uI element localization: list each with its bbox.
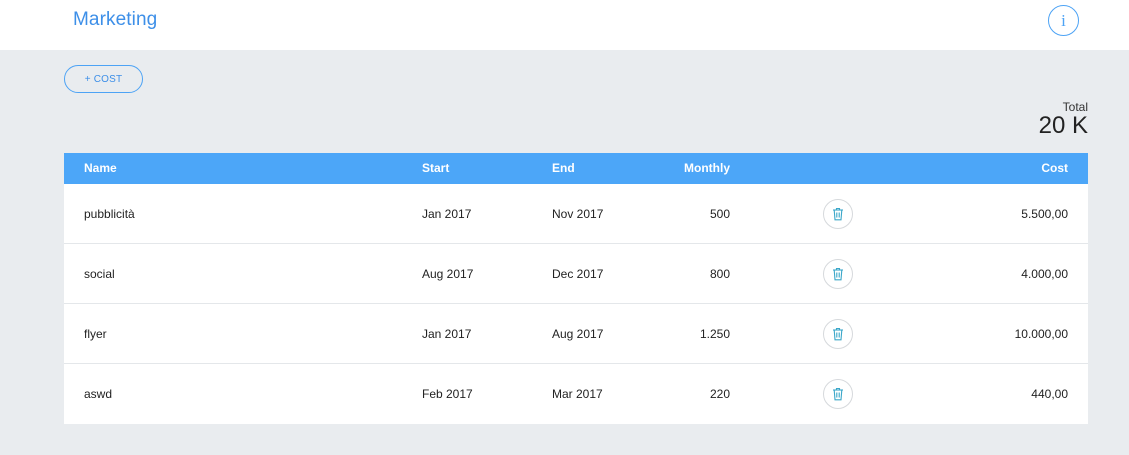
table-row[interactable]: aswd Feb 2017 Mar 2017 220 440,00	[64, 364, 1088, 424]
cell-start: Feb 2017	[422, 387, 473, 401]
column-header-cost[interactable]: Cost	[1041, 161, 1068, 175]
add-cost-button[interactable]: + COST	[64, 65, 143, 93]
cell-name: aswd	[84, 387, 113, 401]
cell-start: Jan 2017	[422, 207, 472, 221]
cell-cost: 440,00	[1031, 387, 1068, 401]
cell-end: Mar 2017	[552, 387, 603, 401]
table-row[interactable]: social Aug 2017 Dec 2017 800 4.000,00	[64, 244, 1088, 304]
cell-cost: 5.500,00	[1021, 207, 1068, 221]
column-header-start[interactable]: Start	[422, 161, 449, 175]
delete-row-button[interactable]	[823, 199, 853, 229]
delete-row-button[interactable]	[823, 379, 853, 409]
trash-icon	[832, 207, 844, 221]
trash-icon	[832, 387, 844, 401]
cell-start: Aug 2017	[422, 267, 474, 281]
cell-end: Nov 2017	[552, 207, 604, 221]
trash-icon	[832, 267, 844, 281]
column-header-end[interactable]: End	[552, 161, 575, 175]
total-value: 20 K	[1038, 112, 1088, 139]
costs-table: Name Start End Monthly Cost pubblicità Ja…	[64, 153, 1088, 424]
cell-monthly: 500	[709, 207, 730, 221]
column-header-name[interactable]: Name	[84, 161, 117, 175]
cell-cost: 4.000,00	[1021, 267, 1068, 281]
table-body: pubblicità Jan 2017 Nov 2017 500 5.500,00 soc…	[64, 184, 1088, 424]
table-row[interactable]: pubblicità Jan 2017 Nov 2017 500 5.500,00	[64, 184, 1088, 244]
delete-row-button[interactable]	[823, 319, 853, 349]
info-button[interactable]: i	[1048, 5, 1079, 36]
cell-cost: 10.000,00	[1014, 327, 1068, 341]
top-bar: Marketing i	[0, 0, 1129, 50]
cell-monthly: 800	[709, 267, 730, 281]
page-title: Marketing	[73, 9, 158, 30]
cell-end: Aug 2017	[552, 327, 604, 341]
table-row[interactable]: flyer Jan 2017 Aug 2017 1.250 10.000,00	[64, 304, 1088, 364]
trash-icon	[832, 327, 844, 341]
column-header-monthly[interactable]: Monthly	[684, 161, 730, 175]
cell-name: social	[84, 267, 115, 281]
cell-name: pubblicità	[84, 207, 135, 221]
info-icon: i	[1061, 11, 1066, 30]
cell-monthly: 1.250	[699, 327, 730, 341]
table-header: Name Start End Monthly Cost	[64, 153, 1088, 184]
cell-monthly: 220	[709, 387, 730, 401]
cell-start: Jan 2017	[422, 327, 472, 341]
cell-end: Dec 2017	[552, 267, 604, 281]
delete-row-button[interactable]	[823, 259, 853, 289]
cell-name: flyer	[84, 327, 107, 341]
